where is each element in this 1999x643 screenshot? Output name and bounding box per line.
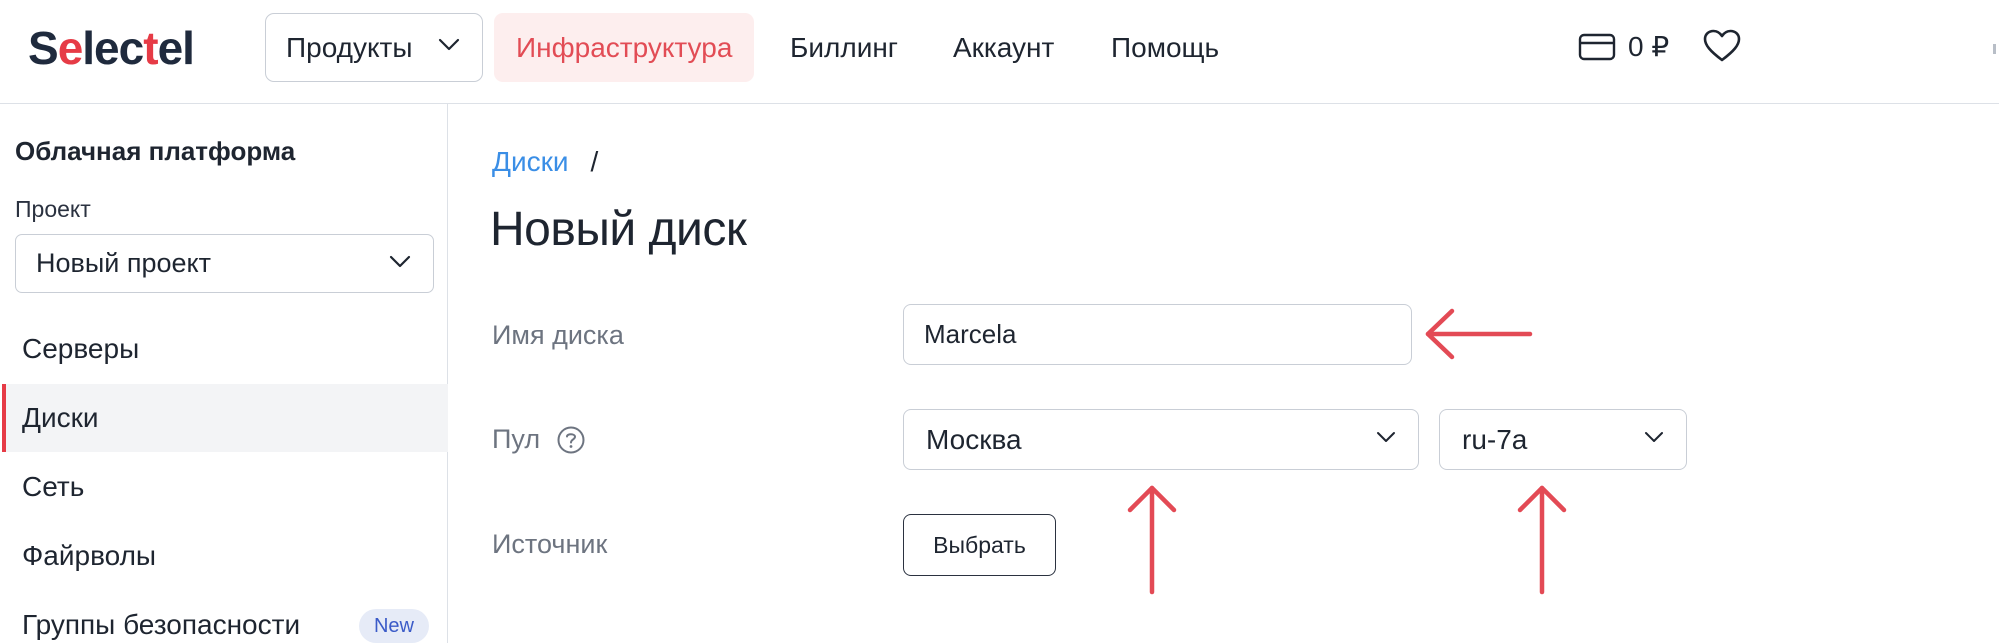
breadcrumb-separator: / [590,146,599,177]
arrow-up-icon [1517,485,1567,595]
sidebar-item-label: Группы безопасности [22,609,301,640]
disk-name-label: Имя диска [492,320,624,350]
products-dropdown-button[interactable]: Продукты [265,13,483,82]
sidebar: Облачная платформа Проект Новый проект С… [0,104,448,643]
sidebar-item-label: Серверы [22,333,140,364]
scroll-edge-mark [1993,44,1996,54]
disk-name-input[interactable] [903,304,1412,365]
new-badge: New [359,609,429,643]
nav-billing[interactable]: Биллинг [790,13,898,82]
breadcrumb-disks-link[interactable]: Диски [492,146,569,178]
balance-amount: 0 ₽ [1628,31,1670,62]
pool-label: Пул [492,424,541,454]
sidebar-item-label: Сеть [22,471,85,502]
sidebar-item-disks[interactable]: Диски [2,384,448,452]
choose-source-button[interactable]: Выбрать [903,514,1056,576]
chevron-down-icon [438,38,460,51]
wallet-icon [1578,33,1616,60]
sidebar-title: Облачная платформа [15,136,296,166]
sidebar-item-firewalls[interactable]: Файрволы [2,522,448,590]
pool-region-value: Москва [926,423,1022,455]
logo-mid: lec [82,22,144,74]
products-label: Продукты [286,31,413,63]
balance-button[interactable]: 0 ₽ [1578,30,1669,63]
nav-account[interactable]: Аккаунт [953,13,1054,82]
logo-s: S [28,22,59,74]
arrow-left-icon [1425,308,1533,360]
nav-help[interactable]: Помощь [1111,13,1219,82]
nav-infrastructure[interactable]: Инфраструктура [494,13,755,82]
project-select[interactable]: Новый проект [15,234,434,293]
project-label: Проект [15,196,91,222]
heart-icon[interactable] [1702,28,1742,64]
arrow-up-icon [1127,485,1177,595]
chevron-down-icon [1645,432,1663,442]
chevron-down-icon [1377,432,1395,442]
breadcrumb: Диски / [492,146,598,178]
pool-zone-value: ru-7a [1462,423,1528,455]
logo-accent-e: e [57,22,84,74]
sidebar-item-security-groups[interactable]: Группы безопасности New [2,591,448,643]
source-label: Источник [492,529,608,559]
pool-zone-select[interactable]: ru-7a [1439,409,1687,470]
project-select-value: Новый проект [36,248,211,278]
logo-end: el [157,22,195,74]
sidebar-item-network[interactable]: Сеть [2,453,448,521]
chevron-down-icon [389,255,411,268]
pool-region-select[interactable]: Москва [903,409,1419,470]
sidebar-item-servers[interactable]: Серверы [2,315,448,383]
help-circle-icon[interactable] [556,425,586,455]
sidebar-item-label: Диски [22,402,99,433]
sidebar-item-label: Файрволы [22,540,157,571]
page-title: Новый диск [490,203,747,256]
top-header: Selectel Продукты Инфраструктура Биллинг… [0,0,1999,104]
logo-accent-t: t [143,22,158,74]
selectel-logo[interactable]: Selectel [28,22,195,74]
